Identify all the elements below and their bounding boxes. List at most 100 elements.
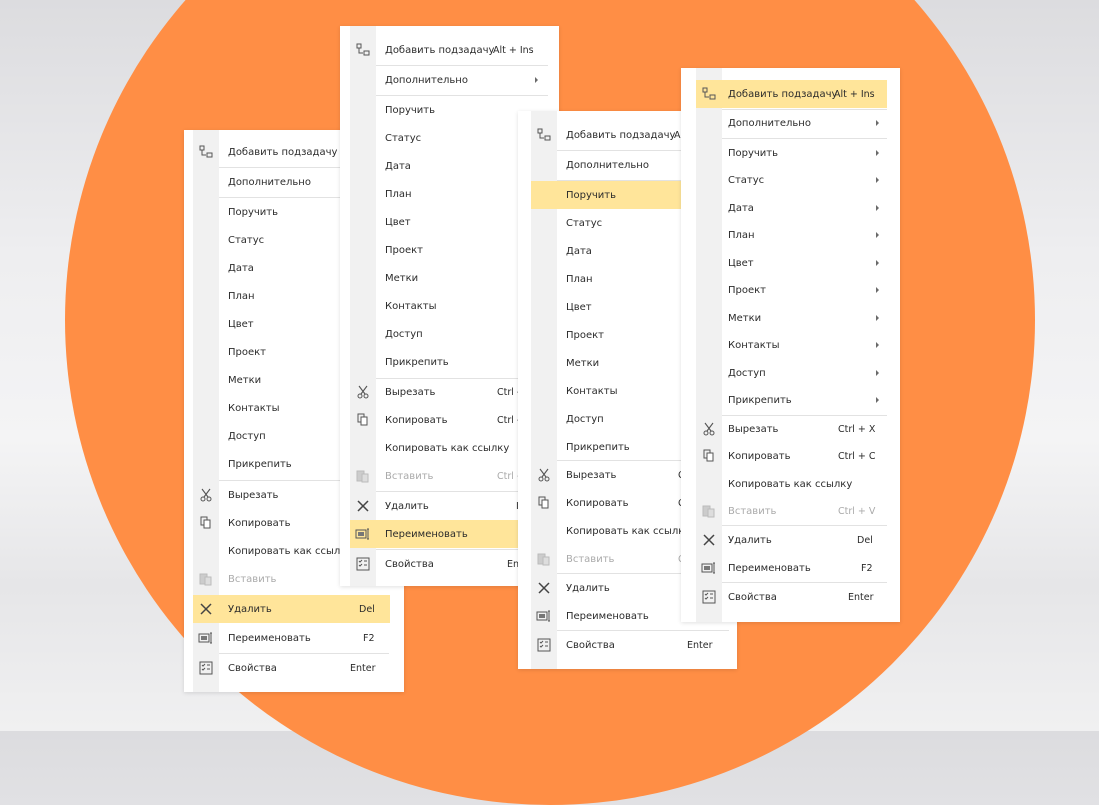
menu-item-label: Копировать как ссылку [228,545,353,557]
menu-item-label: Доступ [566,413,604,425]
menu-item-label: Доступ [385,328,423,340]
menu-item-status[interactable]: Статус [696,166,887,194]
menu-item-label: Проект [385,244,424,256]
paste-icon [350,462,376,490]
menu-item-delete[interactable]: Удалить Del [696,526,887,554]
menu-item-cut[interactable]: Вырезать Ctrl + X [696,415,887,443]
menu-item-label: Копировать [728,450,791,462]
menu-item-label: Поручить [228,206,279,218]
menu-item-label: План [566,273,593,285]
menu-item-label: Свойства [228,662,277,674]
menu-item-label: Дополнительно [228,176,311,188]
scissors-icon [696,415,722,443]
menu-item-copy-link[interactable]: Копировать как ссылку [696,470,887,498]
menu-item-properties[interactable]: Свойства Enter [193,654,391,682]
menu-item-label: План [385,188,412,200]
menu-item-date[interactable]: Дата [696,194,887,222]
menu-item-properties[interactable]: Свойства Enter [531,631,731,659]
menu-item-more[interactable]: Дополнительно [350,66,549,94]
menu-item-label: Переименовать [228,632,311,644]
menu-item-label: Цвет [385,216,411,228]
menu-item-label: Прикрепить [228,458,292,470]
submenu-arrow-icon [535,77,538,83]
paste-icon [696,497,722,525]
copy-icon [350,406,376,434]
rename-icon [193,624,219,652]
context-menu-4: Добавить подзадачу Alt + Ins Дополнитель… [681,68,900,622]
paste-icon [193,565,219,593]
menu-item-label: Удалить [385,500,429,512]
menu-item-plan[interactable]: План [696,221,887,249]
menu-item-shortcut: Ctrl + C [838,450,876,462]
menu-item-label: Дата [728,202,754,214]
menu-item-label: Метки [728,312,762,324]
menu-item-label: План [728,229,755,241]
submenu-arrow-icon [876,232,879,238]
menu-item-label: Проект [728,284,767,296]
menu-item-label: Вставить [566,553,615,565]
menu-item-label: Контакты [228,402,280,414]
menu-item-label: Поручить [728,147,779,159]
menu-item-label: Контакты [728,339,780,351]
menu-item-properties[interactable]: Свойства Enter [696,583,887,611]
menu-item-rename[interactable]: Переименовать F2 [193,624,391,652]
menu-item-paste[interactable]: Вставить Ctrl + V [696,497,887,525]
menu-item-tags[interactable]: Метки [696,304,887,332]
menu-item-shortcut: Enter [350,662,376,674]
menu-item-shortcut: Enter [687,639,713,651]
menu-item-label: Вырезать [566,469,617,481]
close-x-icon [696,526,722,554]
menu-item-more[interactable]: Дополнительно [696,109,887,137]
checklist-icon [350,550,376,578]
menu-item-label: Добавить подзадачу [228,146,338,158]
add-subtask-icon [696,80,722,108]
menu-item-label: Удалить [566,582,610,594]
rename-icon [696,554,722,582]
menu-item-assign[interactable]: Поручить [696,139,887,167]
menu-item-label: Цвет [228,318,254,330]
menu-item-label: Доступ [228,430,266,442]
menu-item-label: Удалить [228,603,272,615]
menu-item-contacts[interactable]: Контакты [696,331,887,359]
add-subtask-icon [193,138,219,166]
menu-item-label: Дата [228,262,254,274]
menu-item-label: Вставить [385,470,434,482]
rename-icon [350,520,376,548]
menu-item-add-subtask[interactable]: Добавить подзадачу Alt + Ins [350,36,549,64]
menu-item-label: Статус [228,234,265,246]
menu-item-rename[interactable]: Переименовать F2 [696,554,887,582]
menu-item-label: Поручить [385,104,436,116]
menu-item-label: Метки [385,272,419,284]
copy-icon [193,509,219,537]
copy-icon [696,442,722,470]
menu-item-label: Удалить [728,534,772,546]
menu-item-shortcut: Enter [848,591,874,603]
menu-item-delete[interactable]: Удалить Del [193,595,390,623]
menu-item-shortcut: Ctrl + V [838,505,876,517]
submenu-arrow-icon [876,150,879,156]
menu-item-label: Вставить [228,573,277,585]
add-subtask-icon [531,121,557,149]
submenu-arrow-icon [876,260,879,266]
menu-item-color[interactable]: Цвет [696,249,887,277]
menu-item-attach[interactable]: Прикрепить [696,386,887,414]
menu-item-label: Прикрепить [385,356,449,368]
menu-item-label: Статус [385,132,422,144]
menu-item-label: Прикрепить [728,394,792,406]
menu-item-label: Вырезать [228,489,279,501]
menu-item-copy[interactable]: Копировать Ctrl + C [696,442,887,470]
menu-item-shortcut: Ctrl + X [838,423,876,435]
menu-item-shortcut: Alt + Ins [493,44,534,56]
menu-item-label: Переименовать [566,610,649,622]
menu-item-label: Копировать как ссылку [728,478,853,490]
menu-item-label: Копировать [566,497,629,509]
menu-item-add-subtask[interactable]: Добавить подзадачу Alt + Ins [696,80,887,108]
menu-item-label: Копировать [228,517,291,529]
menu-item-access[interactable]: Доступ [696,359,887,387]
menu-item-shortcut: Del [359,603,375,615]
menu-item-label: Свойства [728,591,777,603]
menu-item-shortcut: Ctrl - [497,414,521,426]
menu-item-label: Дополнительно [566,159,649,171]
menu-item-assign[interactable]: Поручить [531,181,681,209]
menu-item-project[interactable]: Проект [696,276,887,304]
